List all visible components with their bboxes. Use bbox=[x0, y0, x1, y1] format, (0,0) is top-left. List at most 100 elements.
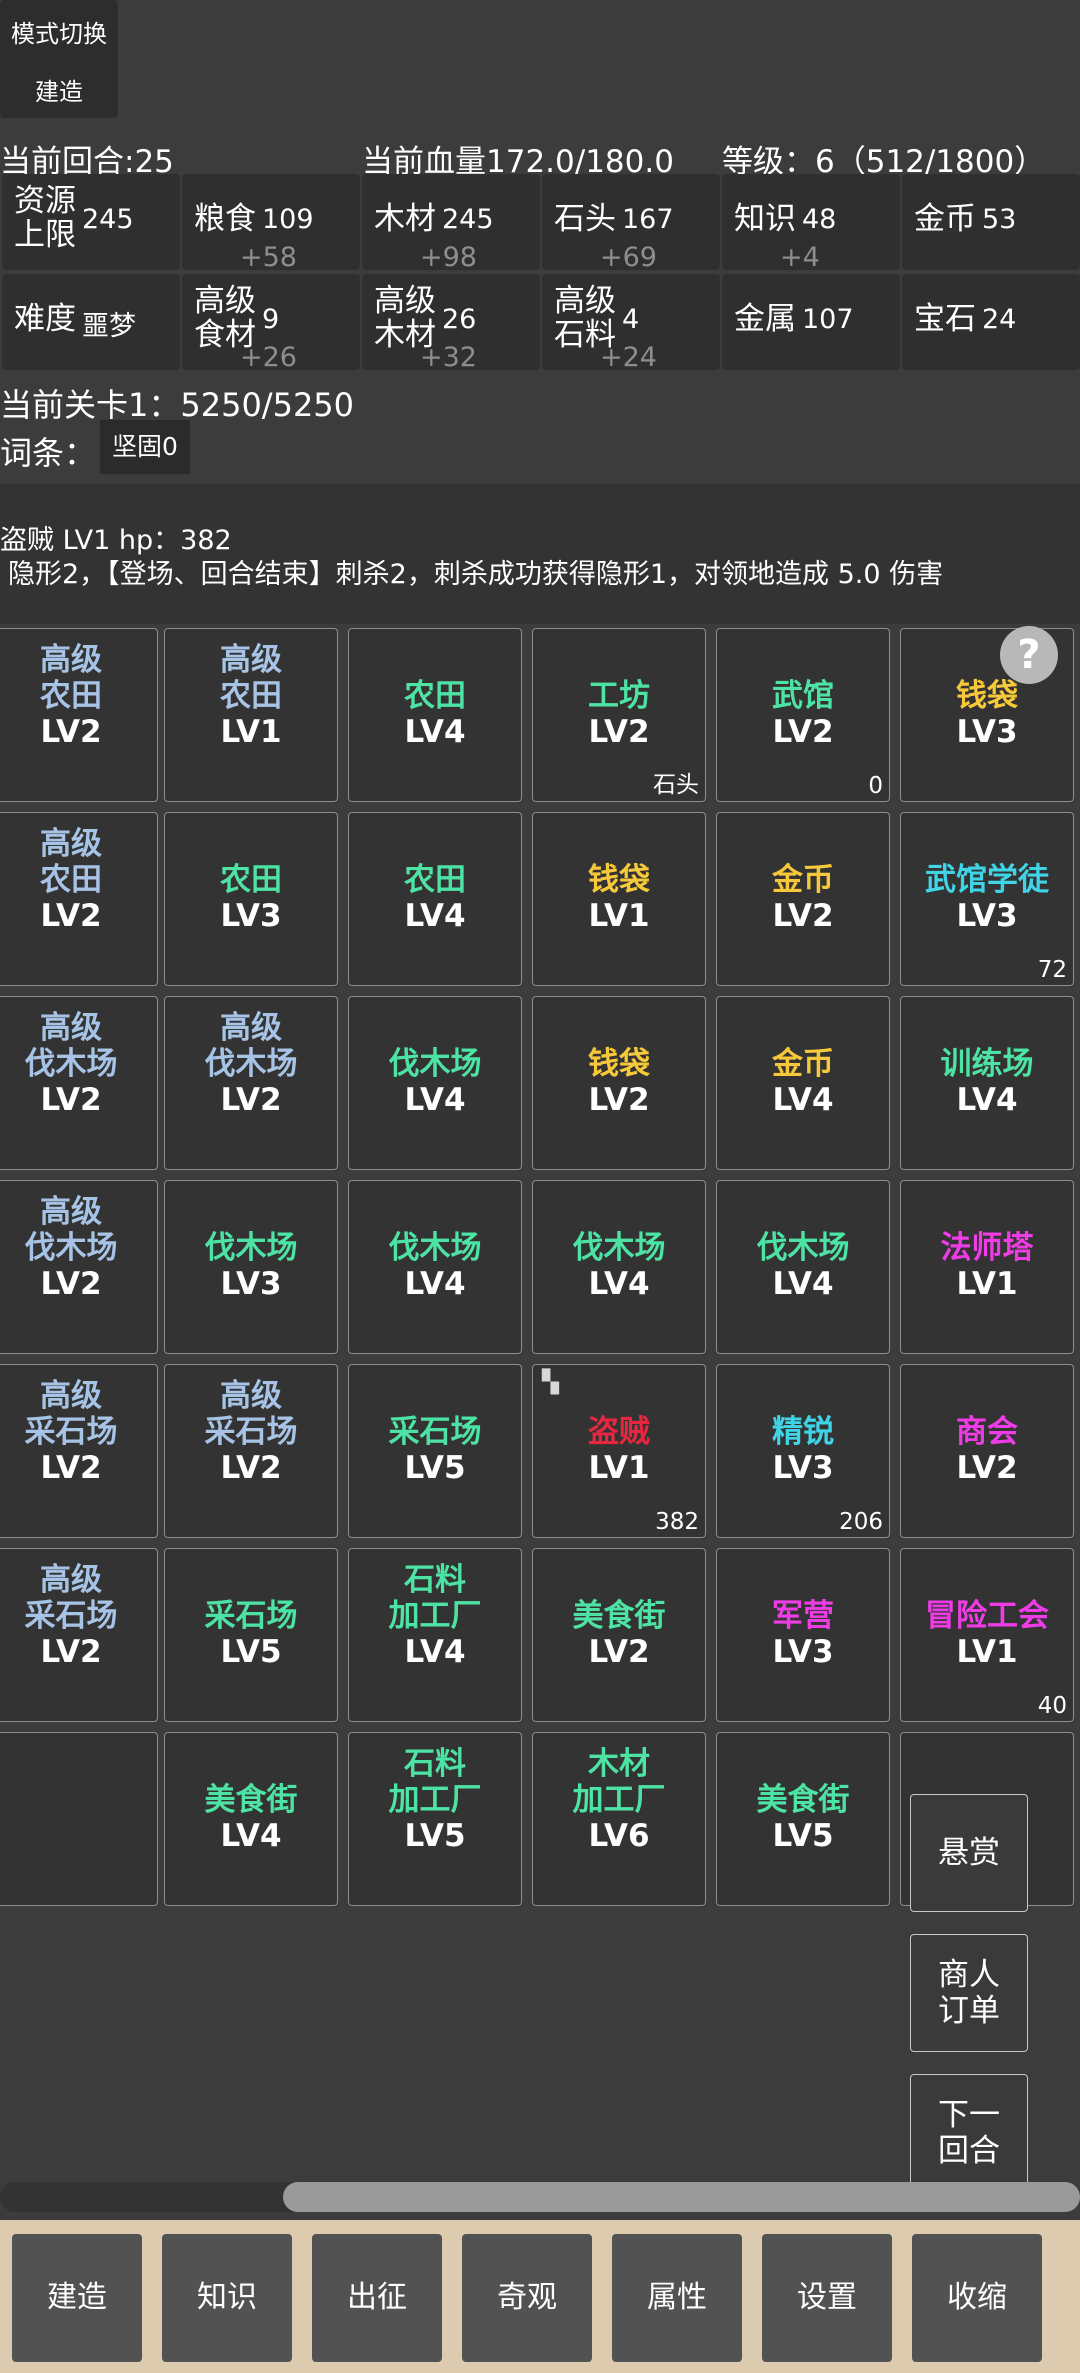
building-tile[interactable]: 伐木场 LV4 bbox=[348, 996, 522, 1170]
building-tile[interactable]: 高级 采石场 LV2 bbox=[0, 1548, 158, 1722]
wonder-button[interactable]: 奇观 bbox=[462, 2234, 592, 2362]
resource-delta: +69 bbox=[600, 242, 657, 273]
building-tile[interactable]: 工坊 LV2 石头 bbox=[532, 628, 706, 802]
settings-button[interactable]: 设置 bbox=[762, 2234, 892, 2362]
building-tile[interactable]: 伐木场 LV4 bbox=[716, 1180, 890, 1354]
building-name-line1: 高级 bbox=[220, 1010, 282, 1046]
attributes-button[interactable]: 属性 bbox=[612, 2234, 742, 2362]
building-tile[interactable]: 法师塔 LV1 bbox=[900, 1180, 1074, 1354]
building-name-line1: 高级 bbox=[220, 642, 282, 678]
building-badge: 40 bbox=[1037, 1693, 1067, 1719]
resource-label: 金币 bbox=[914, 201, 976, 237]
building-name: 美食街 bbox=[572, 1598, 666, 1634]
building-level: LV4 bbox=[220, 1818, 282, 1854]
building-tile[interactable]: 美食街 LV2 bbox=[532, 1548, 706, 1722]
expedition-button[interactable]: 出征 bbox=[312, 2234, 442, 2362]
mode-switch-label: 模式切换 bbox=[11, 20, 107, 48]
building-tile[interactable]: 伐木场 LV3 bbox=[164, 1180, 338, 1354]
building-tile[interactable]: 精锐 LV3 206 bbox=[716, 1364, 890, 1538]
building-level: LV2 bbox=[588, 1634, 650, 1670]
building-level: LV3 bbox=[772, 1634, 834, 1670]
building-level: LV4 bbox=[404, 898, 466, 934]
resource-value: 48 bbox=[802, 204, 837, 235]
knowledge-button[interactable]: 知识 bbox=[162, 2234, 292, 2362]
term-chip[interactable]: 坚固0 bbox=[100, 420, 190, 474]
bounty-button[interactable]: 悬赏 bbox=[910, 1794, 1028, 1912]
building-tile[interactable]: 金币 LV4 bbox=[716, 996, 890, 1170]
building-level: LV5 bbox=[220, 1634, 282, 1670]
building-tile[interactable]: 采石场 LV5 bbox=[164, 1548, 338, 1722]
building-level: LV5 bbox=[772, 1818, 834, 1854]
bottom-nav-bar: 建造 知识 出征 奇观 属性 设置 收缩 bbox=[0, 2220, 1080, 2373]
building-tile[interactable]: 武馆 LV2 0 bbox=[716, 628, 890, 802]
building-badge: 72 bbox=[1037, 957, 1067, 983]
resource-cell: 金属 107 bbox=[722, 274, 900, 370]
building-tile[interactable]: 高级 农田 LV2 bbox=[0, 812, 158, 986]
building-name: 伐木场 bbox=[756, 1230, 850, 1266]
building-tile[interactable]: 采石场 LV5 bbox=[348, 1364, 522, 1538]
resource-label: 高级 bbox=[554, 283, 616, 319]
building-tile[interactable]: 伐木场 LV4 bbox=[532, 1180, 706, 1354]
question-icon[interactable]: ? bbox=[1000, 626, 1058, 684]
building-tile[interactable]: 农田 LV3 bbox=[164, 812, 338, 986]
building-tile[interactable]: 石料 加工厂 LV4 bbox=[348, 1548, 522, 1722]
building-name: 工坊 bbox=[588, 678, 650, 714]
building-level: LV3 bbox=[956, 898, 1018, 934]
terms-label: 词条： bbox=[0, 434, 97, 472]
building-tile[interactable]: 高级 伐木场 LV2 bbox=[164, 996, 338, 1170]
resource-value: 53 bbox=[982, 204, 1017, 235]
building-level: LV1 bbox=[956, 1634, 1018, 1670]
building-level: LV2 bbox=[588, 1082, 650, 1118]
building-name-line1: 石料 bbox=[404, 1746, 466, 1782]
building-tile[interactable] bbox=[0, 1732, 158, 1906]
resource-cell: 宝石 24 bbox=[902, 274, 1080, 370]
building-level: LV2 bbox=[40, 898, 102, 934]
building-name: 金币 bbox=[772, 862, 834, 898]
build-button[interactable]: 建造 bbox=[12, 2234, 142, 2362]
building-tile[interactable]: 军营 LV3 bbox=[716, 1548, 890, 1722]
building-tile[interactable]: 高级 农田 LV1 bbox=[164, 628, 338, 802]
building-name: 精锐 bbox=[772, 1414, 834, 1450]
building-tile[interactable]: 农田 LV4 bbox=[348, 628, 522, 802]
building-name: 农田 bbox=[404, 862, 466, 898]
building-tile[interactable]: 石料 加工厂 LV5 bbox=[348, 1732, 522, 1906]
building-tile[interactable]: 高级 采石场 LV2 bbox=[0, 1364, 158, 1538]
building-name: 商会 bbox=[956, 1414, 1018, 1450]
building-tile[interactable]: 高级 农田 LV2 bbox=[0, 628, 158, 802]
resource-delta: +24 bbox=[600, 342, 657, 373]
building-tile[interactable]: 金币 LV2 bbox=[716, 812, 890, 986]
building-tile[interactable]: 冒险工会 LV1 40 bbox=[900, 1548, 1074, 1722]
building-level: LV2 bbox=[956, 1450, 1018, 1486]
building-name: 伐木场 bbox=[204, 1230, 298, 1266]
building-tile[interactable]: 钱袋 LV2 bbox=[532, 996, 706, 1170]
building-level: LV2 bbox=[40, 714, 102, 750]
button-label: 商人 bbox=[938, 1957, 1000, 1993]
building-tile[interactable]: 训练场 LV4 bbox=[900, 996, 1074, 1170]
merchant-order-button[interactable]: 商人 订单 bbox=[910, 1934, 1028, 2052]
building-level: LV5 bbox=[404, 1818, 466, 1854]
building-tile[interactable]: 钱袋 LV1 bbox=[532, 812, 706, 986]
collapse-button[interactable]: 收缩 bbox=[912, 2234, 1042, 2362]
building-tile[interactable]: 伐木场 LV4 bbox=[348, 1180, 522, 1354]
mode-switch-button[interactable]: 模式切换 建造 bbox=[0, 0, 118, 118]
building-tile[interactable]: 高级 伐木场 LV2 bbox=[0, 1180, 158, 1354]
resource-label: 上限 bbox=[14, 217, 76, 253]
building-tile[interactable]: 高级 伐木场 LV2 bbox=[0, 996, 158, 1170]
building-name: 冒险工会 bbox=[925, 1598, 1049, 1634]
resource-cell: 知识 48 +4 bbox=[722, 174, 900, 273]
building-tile[interactable]: 美食街 LV5 bbox=[716, 1732, 890, 1906]
building-tile[interactable]: 商会 LV2 bbox=[900, 1364, 1074, 1538]
building-tile[interactable]: 高级 采石场 LV2 bbox=[164, 1364, 338, 1538]
enemy-description: 隐形2，【登场、回合结束】刺杀2，刺杀成功获得隐形1，对领地造成 5.0 伤害 bbox=[8, 559, 944, 590]
building-tile[interactable]: 农田 LV4 bbox=[348, 812, 522, 986]
building-level: LV2 bbox=[220, 1450, 282, 1486]
next-round-button[interactable]: 下一 回合 bbox=[910, 2074, 1028, 2192]
building-tile[interactable]: 美食街 LV4 bbox=[164, 1732, 338, 1906]
enemy-info-panel: 盗贼 LV1 hp：382 隐形2，【登场、回合结束】刺杀2，刺杀成功获得隐形1… bbox=[0, 484, 1080, 624]
building-name: 训练场 bbox=[940, 1046, 1034, 1082]
scrollbar-thumb[interactable] bbox=[283, 2182, 1080, 2212]
building-badge: 石头 bbox=[653, 772, 699, 798]
building-tile[interactable]: 木材 加工厂 LV6 bbox=[532, 1732, 706, 1906]
building-name: 采石场 bbox=[204, 1598, 298, 1634]
building-tile[interactable]: 武馆学徒 LV3 72 bbox=[900, 812, 1074, 986]
